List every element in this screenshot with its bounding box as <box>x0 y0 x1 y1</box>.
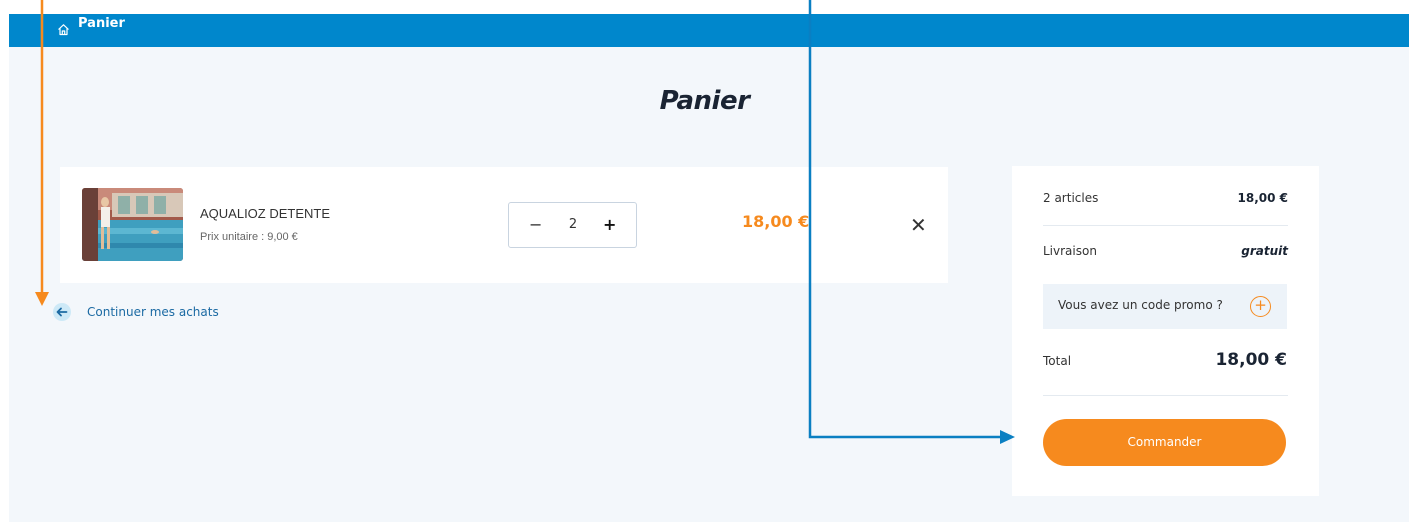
delivery-row: Livraison gratuit <box>1043 244 1288 258</box>
promo-code-toggle[interactable]: Vous avez un code promo ? + <box>1043 284 1287 329</box>
breadcrumb-current[interactable]: Panier <box>78 16 125 31</box>
arrow-left-icon <box>53 303 71 321</box>
quantity-stepper: − 2 + <box>508 202 637 248</box>
decrease-quantity-button[interactable]: − <box>529 215 542 234</box>
increase-quantity-button[interactable]: + <box>603 215 616 234</box>
divider <box>1043 225 1288 226</box>
total-label: Total <box>1043 354 1072 368</box>
page-title: Panier <box>659 86 750 116</box>
delivery-label: Livraison <box>1043 244 1097 258</box>
divider <box>1043 395 1288 396</box>
delivery-value: gratuit <box>1241 244 1288 258</box>
unit-price-value: 9,00 € <box>267 231 298 243</box>
order-summary: 2 articles 18,00 € Livraison gratuit Vou… <box>1012 166 1319 496</box>
total-value: 18,00 € <box>1215 350 1287 370</box>
articles-row: 2 articles 18,00 € <box>1043 191 1288 205</box>
product-image[interactable] <box>82 188 183 261</box>
blue-annotation-arrow <box>808 0 1015 444</box>
quantity-value[interactable]: 2 <box>565 217 581 232</box>
orange-annotation-arrow <box>35 0 49 306</box>
articles-label: 2 articles <box>1043 191 1099 205</box>
articles-value: 18,00 € <box>1237 191 1288 205</box>
breadcrumb-bar: Panier <box>9 14 1409 47</box>
promo-code-label[interactable]: Vous avez un code promo ? <box>1058 298 1223 312</box>
product-name[interactable]: AQUALIOZ DETENTE <box>200 206 330 221</box>
order-button[interactable]: Commander <box>1043 419 1286 466</box>
unit-price-label: Prix unitaire : <box>200 231 265 243</box>
continue-shopping-label[interactable]: Continuer mes achats <box>87 305 219 319</box>
continue-shopping-link[interactable]: Continuer mes achats <box>53 303 219 321</box>
plus-circle-icon[interactable]: + <box>1250 296 1271 317</box>
home-icon[interactable] <box>57 23 70 36</box>
unit-price: Prix unitaire :9,00 € <box>200 231 298 243</box>
